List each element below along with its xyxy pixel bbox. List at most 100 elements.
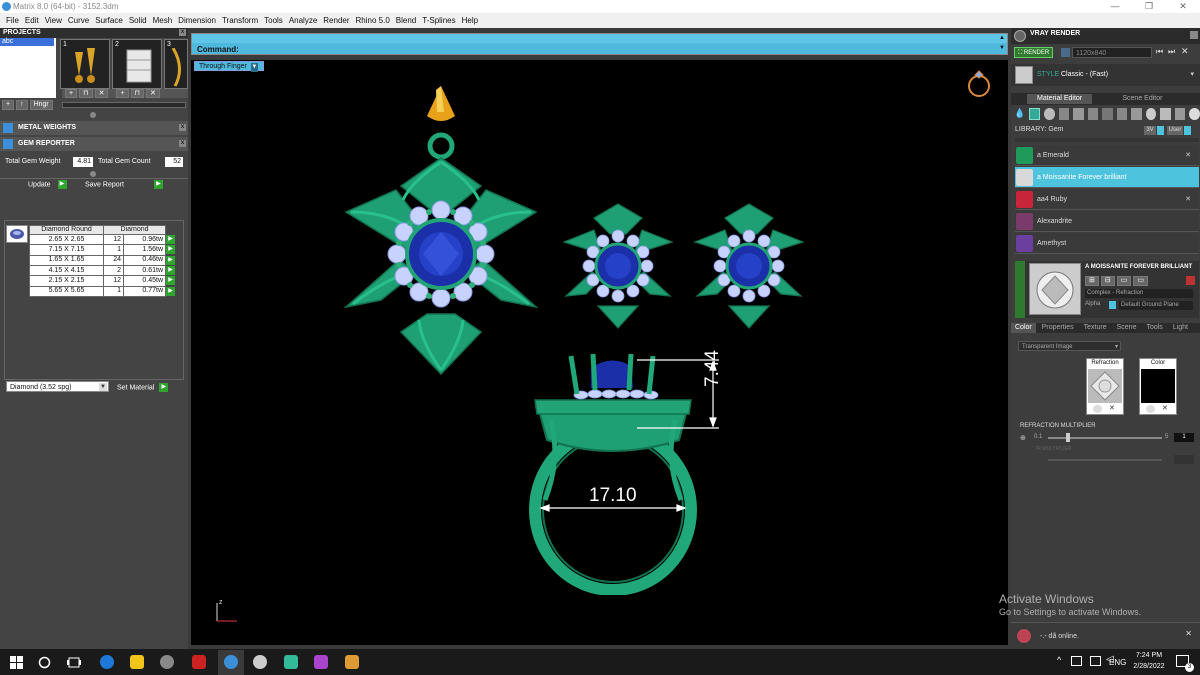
app-icon-3[interactable] <box>253 655 267 669</box>
task-view-icon[interactable] <box>67 656 81 669</box>
drop-icon[interactable]: 💧 <box>1014 108 1025 120</box>
material-select[interactable]: Diamond (3.52 spg) ▼ <box>6 381 109 392</box>
thumb-delete-button-2[interactable]: ✕ <box>146 89 160 98</box>
pendant-model[interactable] <box>341 82 541 382</box>
menu-edit[interactable]: Edit <box>22 13 42 28</box>
refresh-icon[interactable] <box>1186 276 1195 285</box>
thumb-add-button[interactable]: + <box>65 89 78 98</box>
material-action-1[interactable]: ⊞ <box>1085 276 1099 286</box>
list-item[interactable]: a Moissanite Forever brilliant <box>1015 167 1199 188</box>
menu-mesh[interactable]: Mesh <box>150 13 176 28</box>
hngr-button[interactable]: Hngr <box>29 100 53 110</box>
transparency-select[interactable]: Transparent Image ▾ <box>1018 341 1121 351</box>
color-map-card[interactable]: Color ✕ <box>1139 358 1177 415</box>
app-icon-2[interactable] <box>192 655 206 669</box>
notification-toast[interactable]: -.- dã online. ✕ <box>1011 622 1200 649</box>
edge-browser-icon[interactable] <box>100 655 114 669</box>
project-thumbnail-1[interactable]: 1 <box>60 39 110 89</box>
tab-texture[interactable]: Texture <box>1080 323 1111 333</box>
light-icon[interactable] <box>1189 108 1200 120</box>
style-select[interactable]: Classic - (Fast) <box>1061 71 1108 78</box>
splitter-handle-icon[interactable] <box>90 112 96 118</box>
menu-render[interactable]: Render <box>320 13 352 28</box>
thumb-lock-button[interactable]: ⊓ <box>79 89 93 98</box>
menu-surface[interactable]: Surface <box>92 13 126 28</box>
menu-analyze[interactable]: Analyze <box>286 13 320 28</box>
set-material-button[interactable]: Set Material ▶ <box>117 383 169 392</box>
menu-curve[interactable]: Curve <box>65 13 92 28</box>
earring-left-model[interactable] <box>562 198 674 332</box>
chevron-down-icon[interactable]: ▾ <box>1190 70 1194 78</box>
tab-material-editor[interactable]: Material Editor <box>1027 94 1093 104</box>
maximize-button[interactable]: ❐ <box>1132 0 1166 13</box>
menu-file[interactable]: File <box>3 13 22 28</box>
tab-light[interactable]: Light <box>1169 323 1192 333</box>
hand-icon[interactable] <box>1160 108 1171 120</box>
library-user-toggle[interactable] <box>1184 126 1191 135</box>
menu-blend[interactable]: Blend <box>393 13 419 28</box>
windows-start-icon[interactable] <box>10 656 23 669</box>
close-button[interactable]: ✕ <box>1166 0 1200 13</box>
menu-tools[interactable]: Tools <box>261 13 286 28</box>
app-icon-4[interactable] <box>314 655 328 669</box>
language-indicator[interactable]: ENG <box>1109 658 1126 667</box>
chrome-icon[interactable] <box>284 655 298 669</box>
tab-tools[interactable]: Tools <box>1142 323 1166 333</box>
tree-item-abc[interactable]: abc <box>0 38 54 46</box>
tab-properties[interactable]: Properties <box>1038 323 1078 333</box>
splitter-handle-icon[interactable] <box>90 171 96 177</box>
refraction-map-card[interactable]: Refraction ✕ <box>1086 358 1124 415</box>
shader-icon[interactable] <box>1145 108 1157 120</box>
tray-device-icon[interactable] <box>1071 656 1082 666</box>
list-item[interactable]: Amethyst <box>1015 233 1199 254</box>
box-icon[interactable] <box>1058 108 1070 120</box>
step-forward-icon[interactable]: ⏭ <box>1168 47 1175 57</box>
grid-icon[interactable] <box>1073 108 1084 120</box>
gem-icon[interactable] <box>1029 108 1040 120</box>
viewport[interactable]: Through Finger ▼ 7.44 17.10 z <box>191 60 1008 645</box>
clock-time[interactable]: 7:24 PM <box>1132 652 1166 659</box>
menu-view[interactable]: View <box>42 13 65 28</box>
list-item[interactable]: a Emerald ✕ <box>1015 145 1199 166</box>
library-view-button[interactable]: 3V <box>1144 126 1156 135</box>
menu-dimension[interactable]: Dimension <box>175 13 219 28</box>
tray-chevron-icon[interactable]: ^ <box>1057 655 1061 665</box>
update-button[interactable]: Update ▶ <box>28 180 67 189</box>
stripe-icon[interactable] <box>1131 108 1142 120</box>
tile-icon[interactable] <box>1116 108 1128 120</box>
tab-color[interactable]: Color <box>1011 323 1036 333</box>
thumb-delete-button[interactable]: ✕ <box>94 89 109 98</box>
tab-scene[interactable]: Scene <box>1113 323 1141 333</box>
color-edit-icon[interactable] <box>1146 405 1155 413</box>
ring-view-icon[interactable] <box>964 67 994 99</box>
library-toggle[interactable] <box>1157 126 1164 135</box>
app-icon-5[interactable] <box>345 655 359 669</box>
viewport-view-dropdown[interactable]: Through Finger ▼ <box>194 61 264 72</box>
matrix-taskbar-icon[interactable] <box>224 655 238 669</box>
project-tree[interactable]: abc <box>0 38 56 98</box>
save-report-button[interactable]: Save Report ▶ <box>85 180 163 189</box>
alpha-toggle[interactable] <box>1109 301 1116 309</box>
collapse-handle[interactable] <box>1015 261 1025 318</box>
file-explorer-icon[interactable] <box>130 655 144 669</box>
pattern-icon[interactable] <box>1087 108 1099 120</box>
resolution-field[interactable]: 1120x840 <box>1072 47 1152 58</box>
texture-icon[interactable] <box>1102 108 1113 120</box>
material-action-3[interactable]: ▭ <box>1116 276 1132 286</box>
color-clear-icon[interactable]: ✕ <box>1162 404 1168 412</box>
ground-plane-select[interactable]: Default Ground Plane <box>1119 301 1193 310</box>
gem-reporter-header[interactable]: GEM REPORTER x <box>0 137 188 151</box>
close-icon[interactable]: x <box>179 29 186 36</box>
list-item[interactable]: Alexandrite <box>1015 211 1199 232</box>
scroll-up-icon[interactable]: ▲ <box>999 35 1005 41</box>
network-icon[interactable] <box>1090 656 1101 666</box>
project-scrollbar[interactable] <box>62 102 186 108</box>
material-action-4[interactable]: ▭ <box>1133 276 1148 286</box>
thumb-lock-button-2[interactable]: ⊓ <box>130 89 144 98</box>
render-button[interactable]: ⛶ RENDER <box>1014 47 1054 58</box>
close-icon[interactable]: x <box>179 124 186 131</box>
command-bar[interactable]: Command: ▲ ▼ <box>191 33 1008 55</box>
close-icon[interactable]: ✕ <box>1185 629 1192 638</box>
list-item[interactable]: aa4 Ruby ✕ <box>1015 189 1199 210</box>
tab-scene-editor[interactable]: Scene Editor <box>1118 94 1166 104</box>
